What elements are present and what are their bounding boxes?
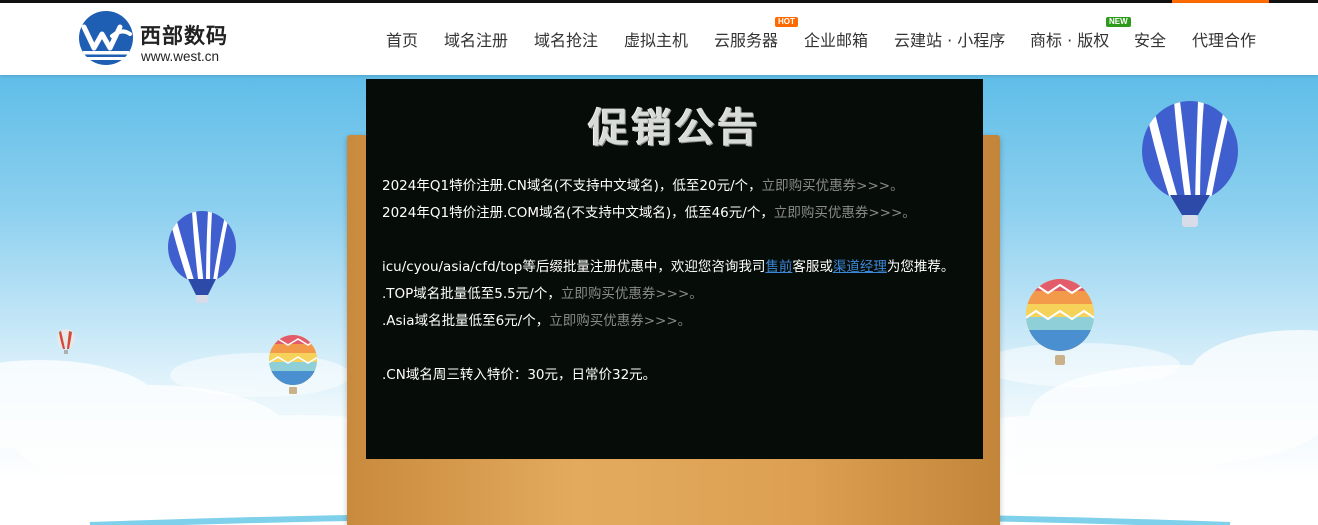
nav-item-home[interactable]: 首页 xyxy=(386,27,418,51)
notice-line-cn: 2024年Q1特价注册.CN域名(不支持中文域名)，低至20元/个，立即购买优惠… xyxy=(382,173,962,200)
buy-coupon-link[interactable]: 立即购买优惠券>>>。 xyxy=(762,178,904,194)
nav-item-domain-snap[interactable]: 域名抢注 xyxy=(534,27,598,51)
site-header: 西部数码 www.west.cn 首页 域名注册 域名抢注 虚拟主机 云服务器 … xyxy=(0,3,1318,75)
notice-title: 促销公告 xyxy=(588,105,761,151)
buy-coupon-link[interactable]: 立即购买优惠券>>>。 xyxy=(774,205,916,221)
nav-item-security[interactable]: 安全 xyxy=(1134,27,1166,51)
nav-item-agent[interactable]: 代理合作 xyxy=(1192,27,1256,51)
new-badge: NEW xyxy=(1106,17,1131,27)
nav-item-cloud-server[interactable]: 云服务器 xyxy=(714,27,778,51)
nav-item-enterprise-mail[interactable]: 企业邮箱 xyxy=(804,27,868,51)
buy-coupon-link[interactable]: 立即购买优惠券>>>。 xyxy=(561,286,703,302)
presales-link[interactable]: 售前 xyxy=(765,259,792,275)
notice-text: 客服或 xyxy=(792,259,833,275)
notice-text: 2024年Q1特价注册.COM域名(不支持中文域名)，低至46元/个， xyxy=(382,205,774,221)
main-nav: 首页 域名注册 域名抢注 虚拟主机 云服务器 HOT 企业邮箱 云建站 · 小程… xyxy=(0,3,1318,75)
notice-text: 为您推荐。 xyxy=(886,259,955,275)
blue-striped-balloon-icon xyxy=(1142,101,1238,227)
notice-line-top: .TOP域名批量低至5.5元/个，立即购买优惠券>>>。 xyxy=(382,281,962,308)
nav-item-trademark[interactable]: 商标 · 版权 xyxy=(1030,27,1109,51)
nav-item-domain-register[interactable]: 域名注册 xyxy=(444,27,508,51)
blue-striped-balloon-icon xyxy=(168,211,236,303)
notice-text: 2024年Q1特价注册.CN域名(不支持中文域名)，低至20元/个， xyxy=(382,178,762,194)
notice-line-com: 2024年Q1特价注册.COM域名(不支持中文域名)，低至46元/个，立即购买优… xyxy=(382,200,962,227)
rainbow-balloon-icon xyxy=(269,335,317,394)
notice-line-bulk: icu/cyou/asia/cfd/top等后缀批量注册优惠中，欢迎您咨询我司售… xyxy=(382,254,962,281)
notice-line-asia: .Asia域名批量低至6元/个，立即购买优惠券>>>。 xyxy=(382,308,962,335)
hot-badge: HOT xyxy=(775,17,798,27)
small-balloon-icon xyxy=(57,329,75,354)
notice-text: icu/cyou/asia/cfd/top等后缀批量注册优惠中，欢迎您咨询我司 xyxy=(382,259,766,275)
rainbow-balloon-icon xyxy=(1026,279,1094,365)
notice-text: .CN域名周三转入特价：30元，日常价32元。 xyxy=(382,367,657,383)
channel-manager-link[interactable]: 渠道经理 xyxy=(833,259,887,275)
nav-item-site-builder[interactable]: 云建站 · 小程序 xyxy=(894,27,1005,51)
promo-notice-board: 促销公告 2024年Q1特价注册.CN域名(不支持中文域名)，低至20元/个，立… xyxy=(366,79,983,459)
buy-coupon-link[interactable]: 立即购买优惠券>>>。 xyxy=(549,313,691,329)
notice-body: 2024年Q1特价注册.CN域名(不支持中文域名)，低至20元/个，立即购买优惠… xyxy=(382,173,962,389)
notice-text: .TOP域名批量低至5.5元/个， xyxy=(382,286,561,302)
notice-text: .Asia域名批量低至6元/个， xyxy=(382,313,550,329)
nav-item-virtual-host[interactable]: 虚拟主机 xyxy=(624,27,688,51)
notice-line-transfer: .CN域名周三转入特价：30元，日常价32元。 xyxy=(382,362,962,389)
